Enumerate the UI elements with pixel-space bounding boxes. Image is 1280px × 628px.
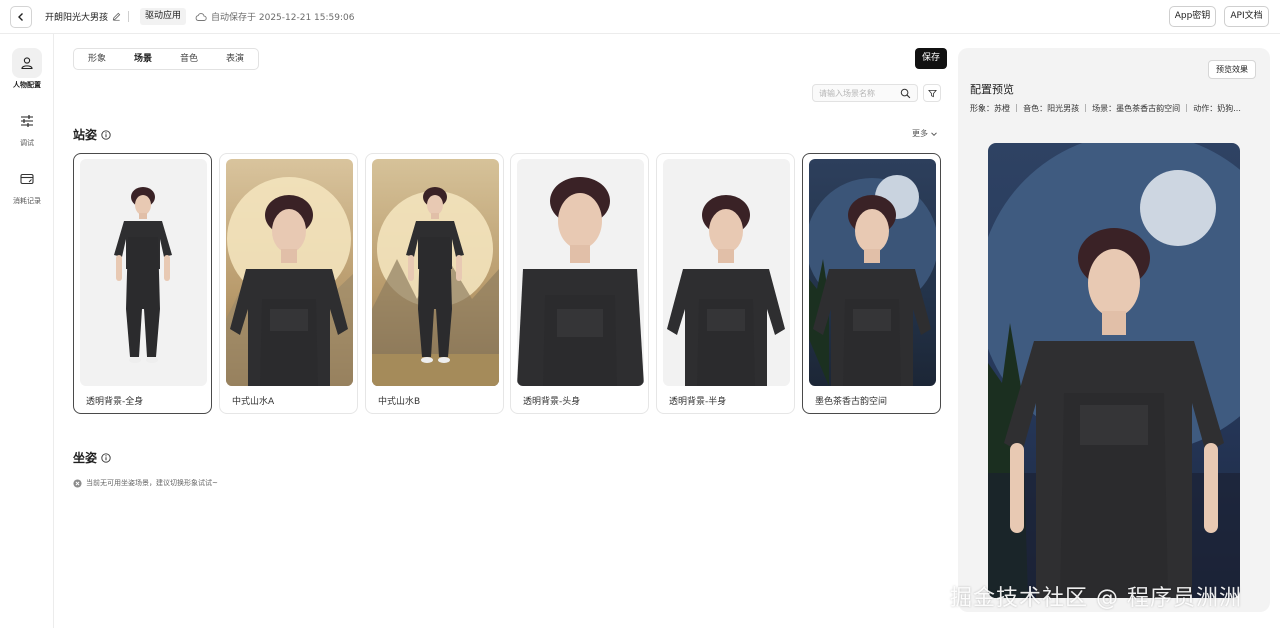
info-icon[interactable] bbox=[101, 452, 111, 463]
person-icon bbox=[21, 57, 33, 70]
preview-effect-button[interactable]: 预览效果 bbox=[1208, 60, 1256, 79]
scene-card-label: 墨色茶香古韵空间 bbox=[815, 397, 888, 407]
preview-image bbox=[988, 143, 1240, 598]
app-name-text: 开朗阳光大男孩 bbox=[45, 13, 109, 23]
scene-card[interactable]: 中式山水B bbox=[365, 153, 504, 414]
app-name[interactable]: 开朗阳光大男孩 bbox=[45, 10, 121, 23]
sidebar-item-label: 消耗记录 bbox=[13, 197, 41, 205]
preview-summary: 形象：苏橙 ｜ 音色：阳光男孩 ｜ 场景：墨色茶香古韵空间 ｜ 动作：奶狗... bbox=[970, 104, 1241, 113]
more-link[interactable]: 更多 bbox=[912, 128, 938, 139]
tab-voice[interactable]: 音色 bbox=[166, 49, 212, 69]
scene-thumbnail bbox=[809, 159, 936, 386]
scene-card[interactable]: 透明背景-全身 bbox=[73, 153, 212, 414]
left-sidebar: 人物配置 调试 消耗记录 bbox=[0, 34, 54, 628]
back-button[interactable] bbox=[10, 6, 32, 28]
standing-section-title: 站姿 bbox=[73, 126, 111, 143]
scene-thumbnail bbox=[663, 159, 790, 386]
scene-card[interactable]: 中式山水A bbox=[219, 153, 358, 414]
drive-app-tag[interactable]: 驱动应用 bbox=[140, 8, 187, 25]
preview-panel: 预览效果 配置预览 形象：苏橙 ｜ 音色：阳光男孩 ｜ 场景：墨色茶香古韵空间 … bbox=[958, 48, 1270, 612]
info-icon[interactable] bbox=[101, 129, 111, 140]
tab-appearance[interactable]: 形象 bbox=[74, 49, 120, 69]
scene-card[interactable]: 墨色茶香古韵空间 bbox=[802, 153, 941, 414]
section-title-text: 坐姿 bbox=[73, 451, 98, 465]
more-link-text: 更多 bbox=[912, 129, 928, 138]
filter-button[interactable] bbox=[923, 84, 941, 102]
scene-card[interactable]: 透明背景-半身 bbox=[656, 153, 795, 414]
chevron-left-icon bbox=[18, 13, 23, 21]
section-title-text: 站姿 bbox=[73, 128, 98, 142]
tab-performance[interactable]: 表演 bbox=[212, 49, 258, 69]
sidebar-item-debug[interactable]: 调试 bbox=[0, 106, 54, 148]
empty-note-text: 当前无可用坐姿场景，建议切换形象试试~ bbox=[86, 479, 218, 487]
scene-thumbnail bbox=[372, 159, 499, 386]
sidebar-item-label: 调试 bbox=[20, 139, 34, 147]
scene-thumbnail bbox=[80, 159, 207, 386]
filter-icon bbox=[927, 89, 937, 97]
chevron-down-icon bbox=[931, 131, 937, 136]
sitting-section-title: 坐姿 bbox=[73, 449, 111, 466]
scene-card-label: 透明背景-半身 bbox=[669, 397, 727, 407]
sidebar-item-label: 人物配置 bbox=[13, 81, 41, 89]
sliders-icon bbox=[21, 115, 33, 127]
top-bar: 开朗阳光大男孩 驱动应用 自动保存于 2025-12-21 15:59:06 A… bbox=[0, 0, 1280, 34]
autosave-text: 自动保存于 2025-12-21 15:59:06 bbox=[211, 13, 355, 23]
api-docs-button[interactable]: API文档 bbox=[1224, 6, 1269, 27]
divider bbox=[128, 11, 129, 22]
close-circle-icon bbox=[73, 478, 82, 488]
scene-search bbox=[812, 84, 918, 102]
edit-icon[interactable] bbox=[112, 12, 121, 21]
scene-thumbnail bbox=[226, 159, 353, 386]
watermark: 掘金技术社区 @ 程序员洲洲 bbox=[950, 586, 1242, 611]
sidebar-item-character-config[interactable]: 人物配置 bbox=[0, 48, 54, 90]
cloud-icon bbox=[195, 12, 207, 21]
sitting-empty-note: 当前无可用坐姿场景，建议切换形象试试~ bbox=[73, 478, 218, 488]
scene-card-label: 中式山水B bbox=[378, 397, 421, 407]
config-tabs: 形象 场景 音色 表演 bbox=[73, 48, 259, 70]
search-icon[interactable] bbox=[900, 88, 911, 99]
scene-card-label: 中式山水A bbox=[232, 397, 275, 407]
save-button[interactable]: 保存 bbox=[915, 48, 947, 69]
scene-card-label: 透明背景-头身 bbox=[523, 397, 581, 407]
scene-card-label: 透明背景-全身 bbox=[86, 397, 144, 407]
app-key-button[interactable]: App密钥 bbox=[1169, 6, 1216, 27]
scene-thumbnail bbox=[517, 159, 644, 386]
autosave-status: 自动保存于 2025-12-21 15:59:06 bbox=[195, 10, 354, 23]
scene-card[interactable]: 透明背景-头身 bbox=[510, 153, 649, 414]
search-input[interactable] bbox=[819, 87, 899, 100]
tab-scene[interactable]: 场景 bbox=[120, 49, 166, 69]
sidebar-item-usage-records[interactable]: 消耗记录 bbox=[0, 164, 54, 206]
preview-title: 配置预览 bbox=[970, 83, 1014, 96]
card-icon bbox=[20, 173, 34, 185]
